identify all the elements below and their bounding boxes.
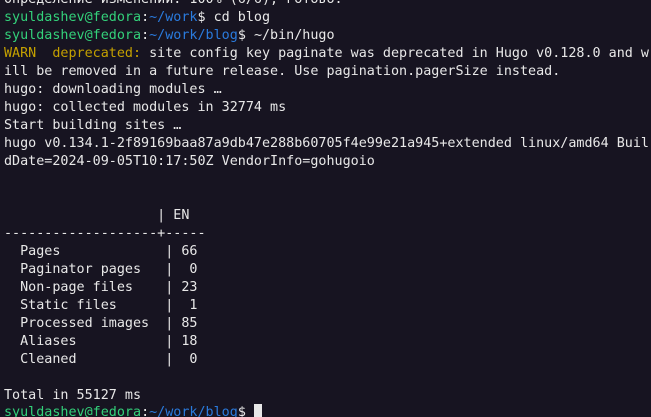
- warning-prefix: WARN deprecated:: [4, 46, 142, 61]
- warning-line-continued: ill be removed in a future release. Use …: [4, 64, 561, 79]
- warning-text: site config key paginate was deprecated …: [141, 46, 649, 61]
- command-text: cd blog: [213, 10, 271, 25]
- prompt-line-current: syuldashev@fedora:~/work/blog$: [4, 404, 262, 417]
- prompt-path: ~/work/blog: [149, 28, 238, 43]
- prompt-line-cd: syuldashev@fedora:~/work$ cd blog: [4, 9, 270, 27]
- output-line-partial: Определение изменений: 100% (6/6), готов…: [4, 0, 343, 9]
- log-start-building: Start building sites …: [4, 118, 182, 133]
- version-line: hugo v0.134.1-2f89169baa87a9db47e288b607…: [4, 136, 649, 151]
- prompt-symbol: $: [237, 405, 254, 417]
- prompt-separator: :: [141, 28, 150, 43]
- terminal-window[interactable]: Определение изменений: 100% (6/6), готов…: [0, 0, 651, 417]
- prompt-symbol: $: [237, 28, 254, 43]
- log-downloading: hugo: downloading modules …: [4, 82, 222, 97]
- prompt-user: syuldashev@fedora: [4, 405, 142, 417]
- prompt-symbol: $: [197, 10, 214, 25]
- table-row: Cleaned | 0: [4, 352, 198, 367]
- table-row: Processed images | 85: [4, 316, 198, 331]
- table-row: Aliases | 18: [4, 334, 198, 349]
- prompt-user: syuldashev@fedora: [4, 28, 142, 43]
- table-row: Paginator pages | 0: [4, 262, 198, 277]
- prompt-user: syuldashev@fedora: [4, 10, 142, 25]
- total-time: Total in 55127 ms: [4, 388, 142, 403]
- warning-line: WARN deprecated: site config key paginat…: [4, 45, 649, 63]
- table-row: Non-page files | 23: [4, 280, 198, 295]
- prompt-path: ~/work/blog: [149, 405, 238, 417]
- version-line-continued: dDate=2024-09-05T10:17:50Z VendorInfo=go…: [4, 154, 375, 169]
- prompt-separator: :: [141, 10, 150, 25]
- log-collected: hugo: collected modules in 32774 ms: [4, 100, 287, 115]
- table-row: Pages | 66: [4, 244, 198, 259]
- table-separator: -------------------+-----: [4, 226, 206, 241]
- prompt-line-hugo: syuldashev@fedora:~/work/blog$ ~/bin/hug…: [4, 27, 335, 45]
- prompt-separator: :: [141, 405, 150, 417]
- table-header: | EN: [4, 208, 190, 223]
- prompt-path: ~/work: [149, 10, 198, 25]
- command-text: ~/bin/hugo: [253, 28, 335, 43]
- table-row: Static files | 1: [4, 298, 198, 313]
- text-cursor: [253, 404, 262, 417]
